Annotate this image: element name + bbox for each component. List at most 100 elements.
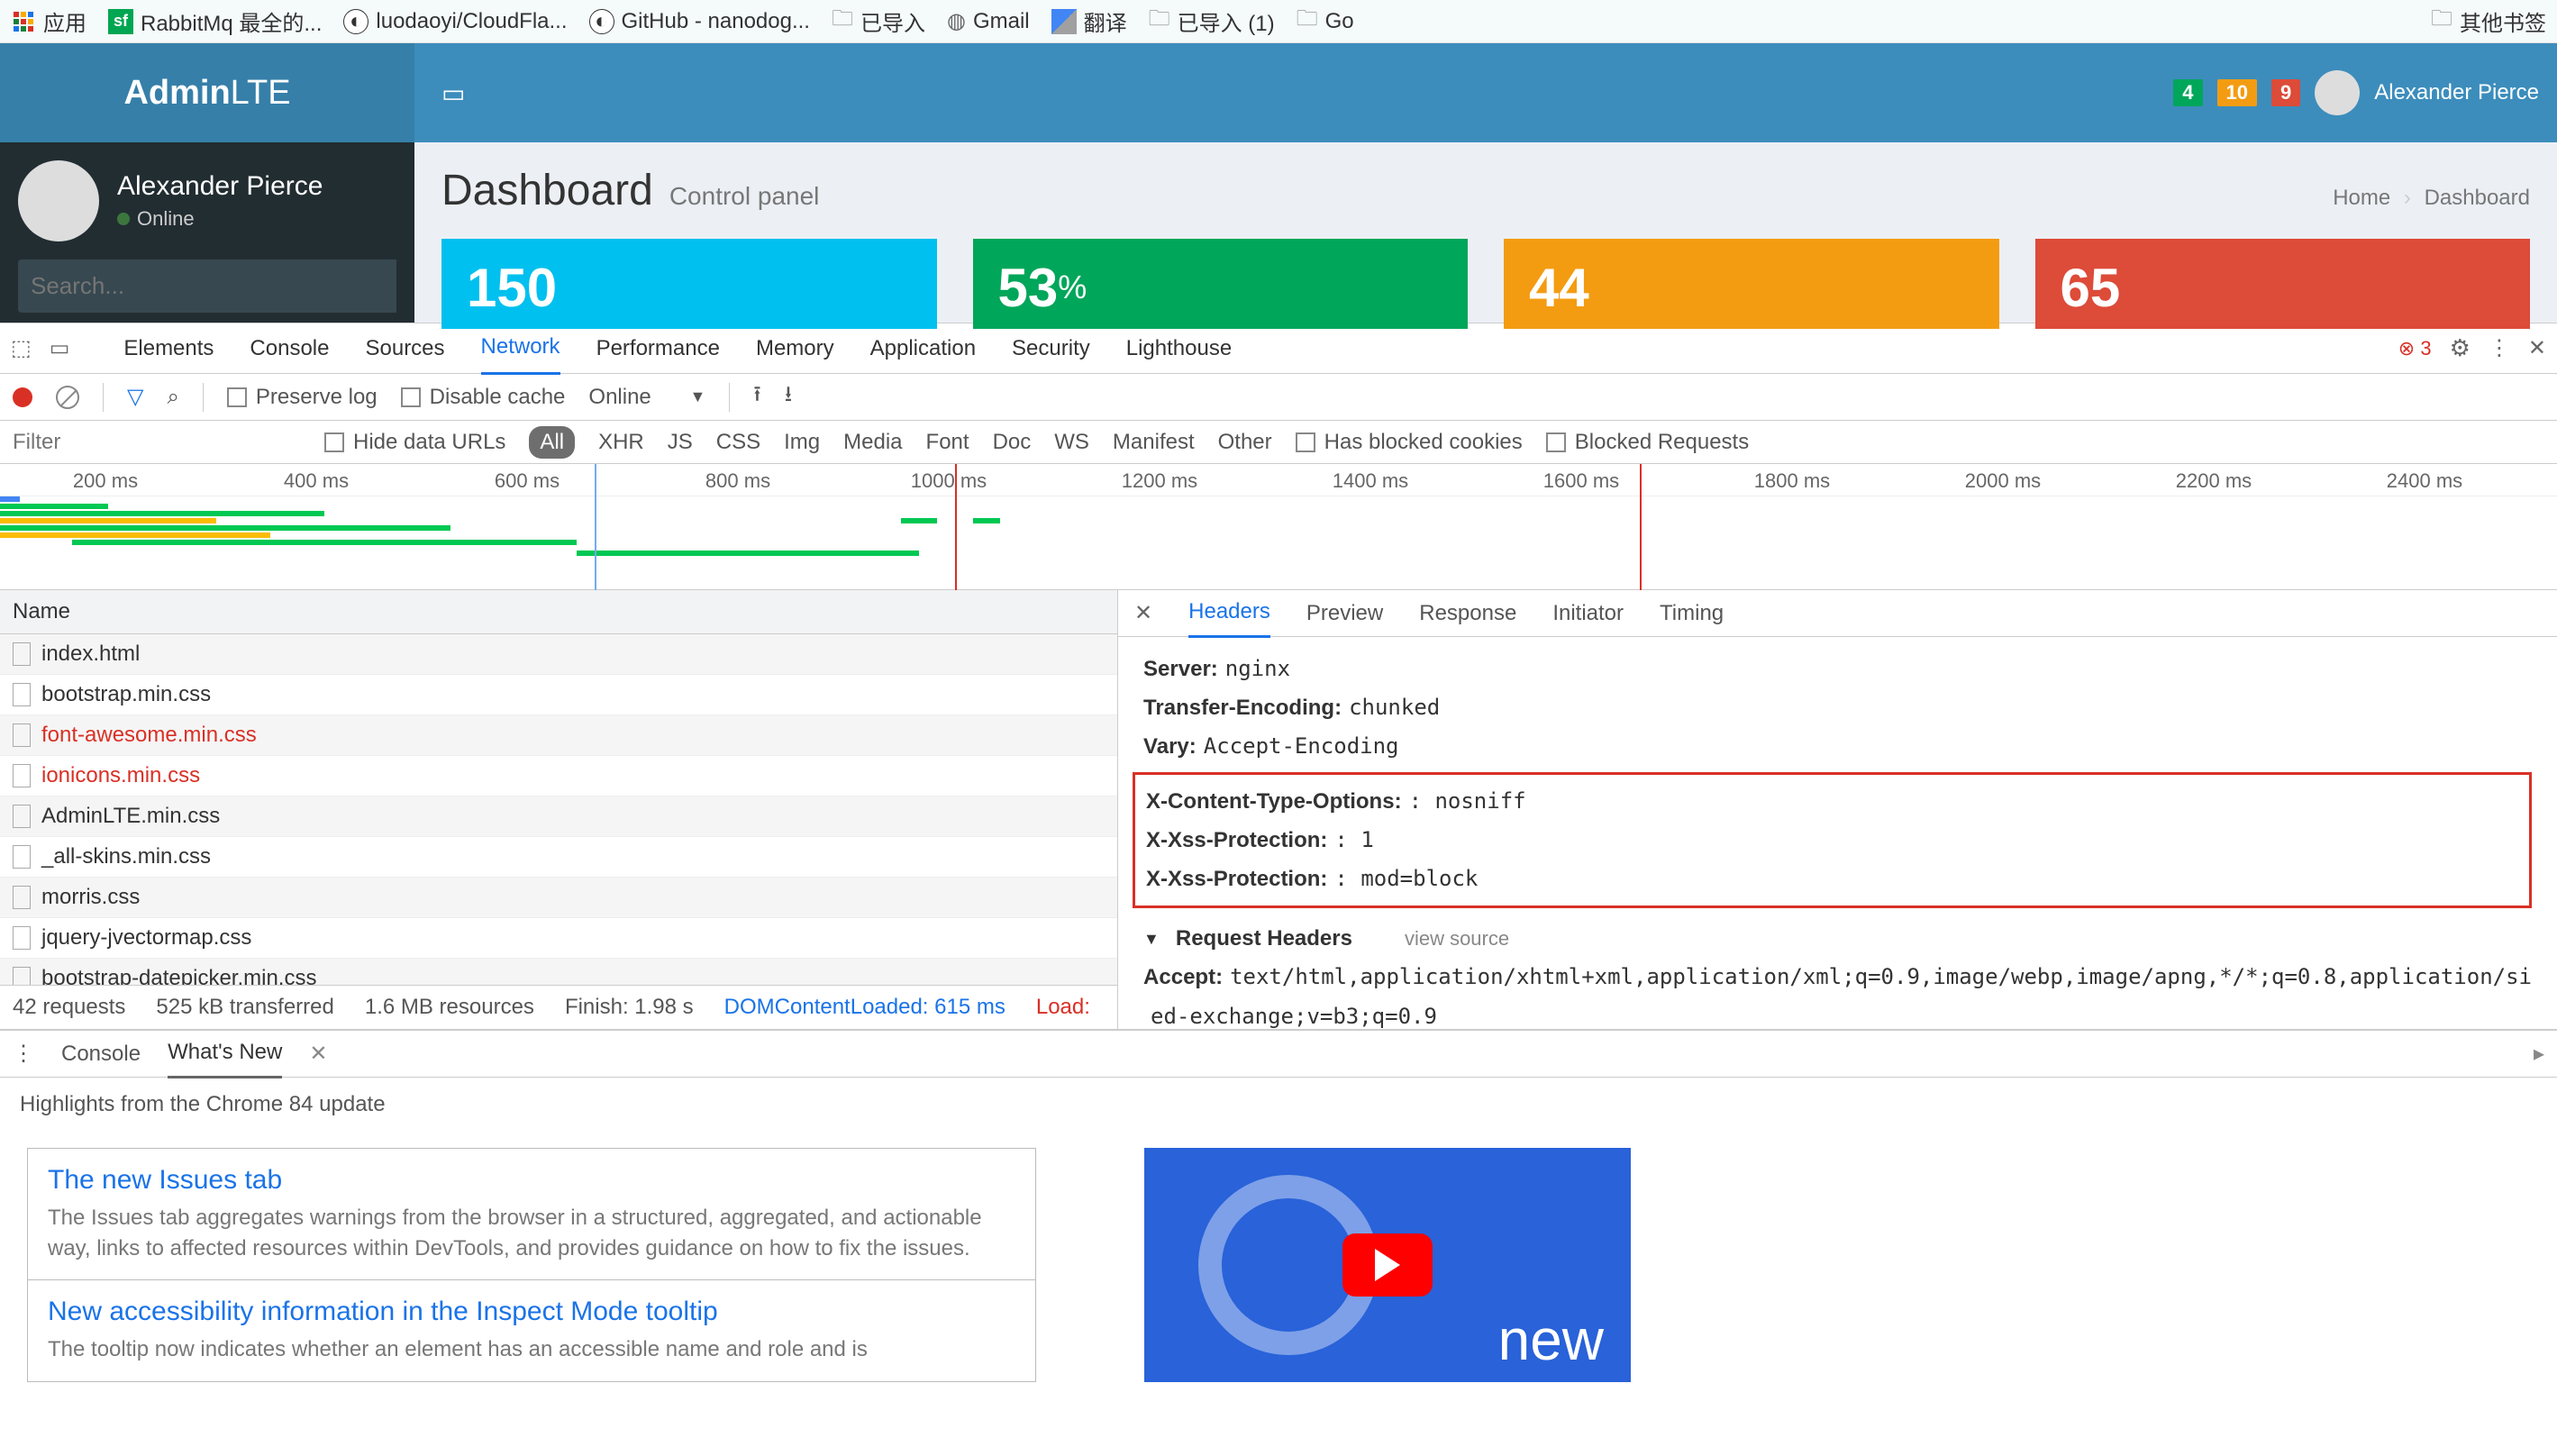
device-icon[interactable]: ▭ [50,335,70,361]
search-input[interactable] [18,259,396,313]
crumb-home[interactable]: Home [2333,186,2390,210]
summary-resources: 1.6 MB resources [365,995,534,1020]
dtab-timing[interactable]: Timing [1660,590,1724,637]
request-row[interactable]: bootstrap.min.css [0,675,1117,715]
tab-elements[interactable]: Elements [123,323,214,374]
file-icon [13,845,31,869]
filter-input[interactable] [13,430,301,455]
disable-cache-checkbox[interactable]: Disable cache [401,385,566,410]
tab-security[interactable]: Security [1012,323,1090,374]
preserve-log-checkbox[interactable]: Preserve log [227,385,378,410]
bookmark-item[interactable]: ◍Gmail [947,8,1030,34]
filter-manifest[interactable]: Manifest [1113,430,1195,455]
close-icon[interactable]: ✕ [2528,335,2546,361]
tab-sources[interactable]: Sources [365,323,444,374]
badge-green[interactable]: 4 [2173,79,2202,106]
request-row[interactable]: ionicons.min.css [0,756,1117,796]
request-name: font-awesome.min.css [41,723,257,748]
filter-ws[interactable]: WS [1054,430,1089,455]
bookmark-item[interactable]: 🗀Go [1297,3,1354,40]
bookmark-item[interactable]: 🗀已导入 [832,3,925,40]
filter-js[interactable]: JS [668,430,693,455]
header-line: ed-exchange;v=b3;q=0.9 [1143,997,2532,1030]
issue-card[interactable]: New accessibility information in the Ins… [27,1279,1036,1382]
badge-red[interactable]: 9 [2271,79,2300,106]
filter-xhr[interactable]: XHR [598,430,644,455]
has-blocked-cookies-checkbox[interactable]: Has blocked cookies [1296,430,1523,455]
bookmark-item[interactable]: 🗀已导入 (1) [1149,3,1275,40]
expand-icon[interactable]: ▸ [2534,1041,2544,1067]
stat-box[interactable]: 44 [1504,239,1999,329]
bookmark-item[interactable]: 翻译 [1051,5,1127,37]
dtab-preview[interactable]: Preview [1306,590,1383,637]
logo[interactable]: AdminLTE [0,43,414,142]
error-count[interactable]: ⊗ 3 [2398,337,2432,360]
tab-console[interactable]: Console [250,323,329,374]
search-icon[interactable]: ⌕ [167,385,178,410]
kebab-icon[interactable]: ⋮ [2489,335,2510,361]
bookmark-item[interactable]: ◐GitHub - nanodog... [589,9,810,34]
inspect-icon[interactable]: ⬚ [11,335,32,361]
drawer-tab-console[interactable]: Console [61,1042,141,1067]
bookmark-item[interactable]: ◐luodaoyi/CloudFla... [343,9,567,34]
tab-performance[interactable]: Performance [596,323,720,374]
user-status[interactable]: Online [117,207,323,231]
other-bookmarks[interactable]: 🗀其他书签 [2431,3,2546,40]
request-row[interactable]: jquery-jvectormap.css [0,918,1117,959]
request-headers-section[interactable]: ▼Request Headersview source [1143,919,2532,958]
filter-doc[interactable]: Doc [993,430,1032,455]
avatar[interactable] [18,160,99,241]
network-timeline[interactable]: 200 ms400 ms600 ms800 ms1000 ms1200 ms14… [0,464,2557,590]
blocked-requests-checkbox[interactable]: Blocked Requests [1546,430,1749,455]
throttling-select[interactable]: Online ▼ [588,385,705,410]
tab-network[interactable]: Network [481,322,560,375]
filter-icon[interactable]: ▽ [127,384,143,410]
stat-box[interactable]: 150 [441,239,937,329]
apps-button[interactable]: 应用 [11,5,86,37]
card-body: The Issues tab aggregates warnings from … [48,1203,1015,1263]
filter-css[interactable]: CSS [716,430,760,455]
timeline-tick: 1600 ms [1476,464,1687,496]
upload-icon[interactable]: ⭱ [753,378,760,415]
tab-memory[interactable]: Memory [756,323,834,374]
filter-font[interactable]: Font [926,430,969,455]
clear-icon[interactable] [56,386,79,409]
request-row[interactable]: morris.css [0,878,1117,918]
stat-box[interactable]: 65 [2035,239,2531,329]
timeline-tick: 1400 ms [1265,464,1476,496]
tab-application[interactable]: Application [870,323,976,374]
filter-other[interactable]: Other [1218,430,1272,455]
filter-all[interactable]: All [529,426,575,459]
kebab-icon[interactable]: ⋮ [13,1041,34,1067]
filter-media[interactable]: Media [843,430,902,455]
gear-icon[interactable]: ⚙ [2450,334,2471,362]
close-icon[interactable]: ✕ [1134,600,1152,626]
sidebar-toggle-icon[interactable]: ▭ [432,69,474,117]
request-row[interactable]: bootstrap-datepicker.min.css [0,959,1117,985]
stat-box[interactable]: 53% [973,239,1469,329]
hide-data-urls-checkbox[interactable]: Hide data URLs [324,430,505,455]
request-row[interactable]: index.html [0,634,1117,675]
page-subtitle: Control panel [669,182,820,211]
drawer-tab-whatsnew[interactable]: What's New [168,1029,282,1078]
request-row[interactable]: font-awesome.min.css [0,715,1117,756]
view-source-link[interactable]: view source [1405,921,1509,957]
avatar[interactable] [2315,70,2360,115]
badge-orange[interactable]: 10 [2217,79,2257,106]
download-icon[interactable]: ⭳ [785,378,792,415]
request-row[interactable]: AdminLTE.min.css [0,796,1117,837]
request-row[interactable]: _all-skins.min.css [0,837,1117,878]
dtab-response[interactable]: Response [1419,590,1516,637]
filter-img[interactable]: Img [784,430,820,455]
dtab-headers[interactable]: Headers [1188,588,1270,638]
name-column-header[interactable]: Name [0,590,1117,634]
tab-lighthouse[interactable]: Lighthouse [1126,323,1232,374]
video-thumbnail[interactable]: new [1144,1148,1631,1382]
bookmark-item[interactable]: sfRabbitMq 最全的... [108,5,322,37]
close-tab-icon[interactable]: ✕ [309,1041,327,1067]
user-name[interactable]: Alexander Pierce [2374,80,2539,105]
issue-card[interactable]: The new Issues tab The Issues tab aggreg… [27,1148,1036,1280]
record-icon[interactable] [13,387,32,407]
file-icon [13,764,31,787]
dtab-initiator[interactable]: Initiator [1552,590,1624,637]
